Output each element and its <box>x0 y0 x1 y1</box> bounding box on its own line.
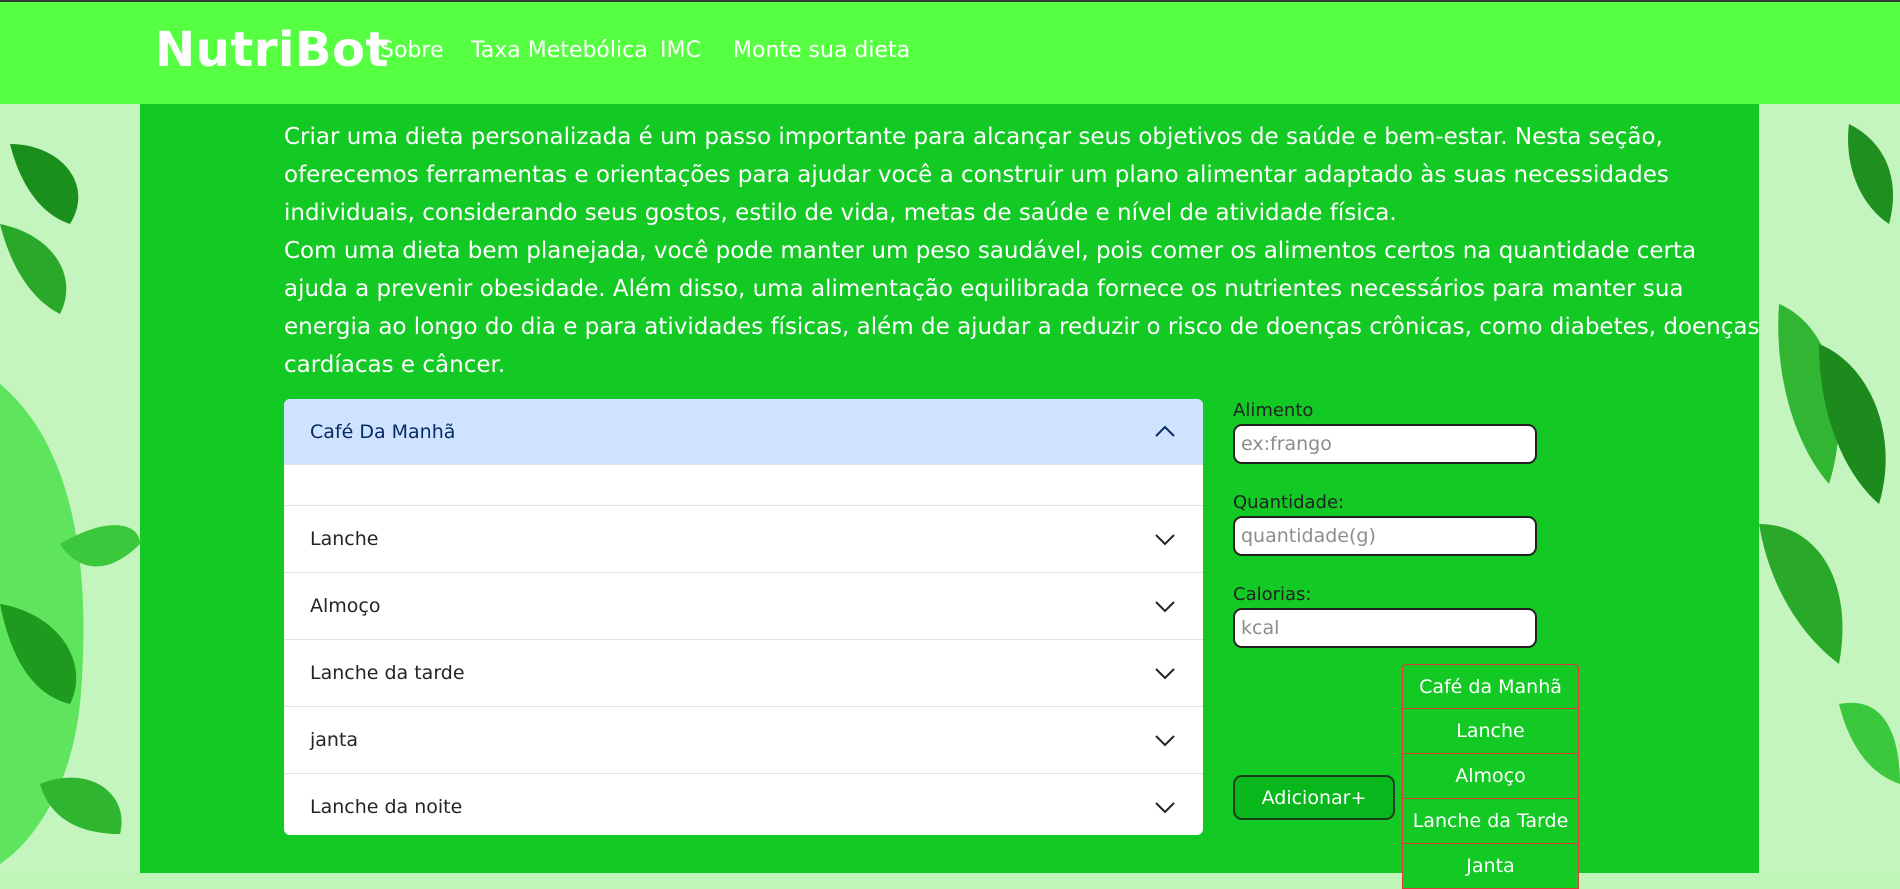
intro-paragraph-1: Criar uma dieta personalizada é um passo… <box>284 124 1669 226</box>
accordion-item-lanche: Lanche <box>284 506 1203 573</box>
nav-link-taxa-metabolica[interactable]: Taxa Metebólica <box>471 38 648 63</box>
intro-text: Criar uma dieta personalizada é um passo… <box>284 118 1764 384</box>
nav-link-monte-sua-dieta[interactable]: Monte sua dieta <box>733 38 910 63</box>
chevron-up-icon <box>1155 425 1175 437</box>
accordion-header-almoco[interactable]: Almoço <box>284 573 1203 639</box>
quantity-input[interactable] <box>1233 516 1537 556</box>
chevron-down-icon <box>1155 668 1175 680</box>
accordion-label: Lanche da noite <box>310 796 463 818</box>
accordion-label: Lanche <box>310 528 379 550</box>
calories-input[interactable] <box>1233 608 1537 648</box>
accordion-label: Lanche da tarde <box>310 662 465 684</box>
nav-link-sobre[interactable]: Sobre <box>380 38 444 63</box>
calories-label: Calorias: <box>1233 584 1312 605</box>
accordion-item-almoco: Almoço <box>284 573 1203 640</box>
food-input[interactable] <box>1233 424 1537 464</box>
accordion-header-lanche[interactable]: Lanche <box>284 506 1203 572</box>
accordion-header-lanche-da-tarde[interactable]: Lanche da tarde <box>284 640 1203 706</box>
food-label: Alimento <box>1233 400 1314 421</box>
navbar: NutriBot Sobre Taxa Metebólica IMC Monte… <box>0 0 1900 104</box>
chevron-down-icon <box>1155 534 1175 546</box>
meal-option-almoco[interactable]: Almoço <box>1402 754 1579 799</box>
chevron-down-icon <box>1155 802 1175 814</box>
accordion-item-cafe-da-manha: Café Da Manhã <box>284 399 1203 506</box>
meal-option-janta[interactable]: Janta <box>1402 844 1579 889</box>
meal-option-lanche[interactable]: Lanche <box>1402 709 1579 754</box>
accordion-body-cafe-da-manha <box>284 464 1203 505</box>
intro-paragraph-2: Com uma dieta bem planejada, você pode m… <box>284 238 1760 378</box>
nav-link-imc[interactable]: IMC <box>660 38 701 63</box>
leaf-decoration-right <box>1759 104 1900 873</box>
accordion-header-janta[interactable]: janta <box>284 707 1203 773</box>
accordion-item-janta: janta <box>284 707 1203 774</box>
leaf-decoration-left <box>0 104 140 873</box>
main-content: Criar uma dieta personalizada é um passo… <box>140 104 1759 889</box>
meal-select-list: Café da Manhã Lanche Almoço Lanche da Ta… <box>1402 664 1579 889</box>
food-form: Alimento Quantidade: Calorias: <box>1233 400 1563 676</box>
brand-logo[interactable]: NutriBot <box>155 22 389 78</box>
accordion-label: janta <box>310 729 359 751</box>
accordion-header-cafe-da-manha[interactable]: Café Da Manhã <box>284 399 1203 464</box>
add-button[interactable]: Adicionar+ <box>1233 775 1395 820</box>
meal-option-cafe-da-manha[interactable]: Café da Manhã <box>1402 664 1579 709</box>
meal-accordion: Café Da Manhã Lanche Almoço Lanche da ta… <box>284 399 1203 835</box>
accordion-item-lanche-da-tarde: Lanche da tarde <box>284 640 1203 707</box>
accordion-label: Almoço <box>310 595 381 617</box>
accordion-header-lanche-da-noite[interactable]: Lanche da noite <box>284 774 1203 835</box>
accordion-item-lanche-da-noite: Lanche da noite <box>284 774 1203 835</box>
chevron-down-icon <box>1155 735 1175 747</box>
chevron-down-icon <box>1155 601 1175 613</box>
quantity-label: Quantidade: <box>1233 492 1345 513</box>
accordion-label: Café Da Manhã <box>310 420 456 443</box>
meal-option-lanche-da-tarde[interactable]: Lanche da Tarde <box>1402 799 1579 844</box>
